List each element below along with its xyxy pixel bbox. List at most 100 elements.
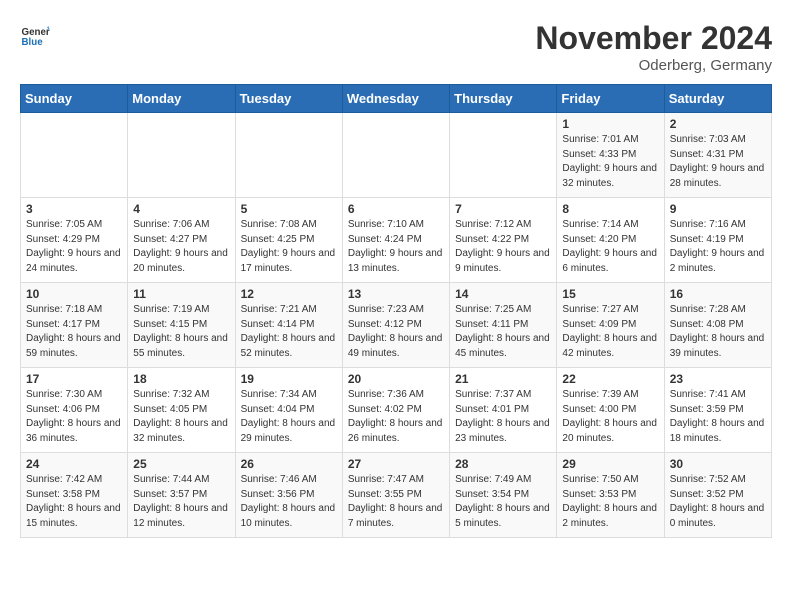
calendar-table: SundayMondayTuesdayWednesdayThursdayFrid… bbox=[20, 84, 772, 538]
day-info: Sunrise: 7:28 AM Sunset: 4:08 PM Dayligh… bbox=[670, 303, 766, 361]
week-row-1: 1 Sunrise: 7:01 AM Sunset: 4:33 PM Daylig… bbox=[21, 113, 772, 198]
day-number: 23 bbox=[670, 372, 766, 386]
day-info: Sunrise: 7:39 AM Sunset: 4:00 PM Dayligh… bbox=[562, 388, 658, 446]
day-info: Sunrise: 7:37 AM Sunset: 4:01 PM Dayligh… bbox=[455, 388, 551, 446]
day-cell: 20 Sunrise: 7:36 AM Sunset: 4:02 PM Dayli… bbox=[342, 368, 449, 453]
day-number: 7 bbox=[455, 202, 551, 216]
day-number: 11 bbox=[133, 287, 229, 301]
day-info: Sunrise: 7:34 AM Sunset: 4:04 PM Dayligh… bbox=[241, 388, 337, 446]
day-cell: 22 Sunrise: 7:39 AM Sunset: 4:00 PM Dayli… bbox=[557, 368, 664, 453]
week-row-5: 24Sunrise: 7:42 AM Sunset: 3:58 PM Dayli… bbox=[21, 453, 772, 538]
day-number: 15 bbox=[562, 287, 658, 301]
day-info: Sunrise: 7:08 AM Sunset: 4:25 PM Dayligh… bbox=[241, 218, 337, 276]
day-cell: 26 Sunrise: 7:46 AM Sunset: 3:56 PM Dayli… bbox=[235, 453, 342, 538]
day-cell: 10Sunrise: 7:18 AM Sunset: 4:17 PM Dayli… bbox=[21, 283, 128, 368]
day-info: Sunrise: 7:03 AM Sunset: 4:31 PM Dayligh… bbox=[670, 133, 766, 191]
day-number: 17 bbox=[26, 372, 122, 386]
day-number: 6 bbox=[348, 202, 444, 216]
day-number: 26 bbox=[241, 457, 337, 471]
day-cell: 17 Sunrise: 7:30 AM Sunset: 4:06 PM Dayli… bbox=[21, 368, 128, 453]
day-cell bbox=[235, 113, 342, 198]
day-cell: 19 Sunrise: 7:34 AM Sunset: 4:04 PM Dayli… bbox=[235, 368, 342, 453]
title-block: November 2024 Oderberg, Germany bbox=[535, 20, 772, 74]
day-number: 4 bbox=[133, 202, 229, 216]
day-cell: 14 Sunrise: 7:25 AM Sunset: 4:11 PM Dayli… bbox=[450, 283, 557, 368]
day-cell: 8 Sunrise: 7:14 AM Sunset: 4:20 PM Daylig… bbox=[557, 198, 664, 283]
day-number: 2 bbox=[670, 117, 766, 131]
day-cell: 23 Sunrise: 7:41 AM Sunset: 3:59 PM Dayli… bbox=[664, 368, 771, 453]
day-info: Sunrise: 7:36 AM Sunset: 4:02 PM Dayligh… bbox=[348, 388, 444, 446]
day-number: 8 bbox=[562, 202, 658, 216]
day-number: 27 bbox=[348, 457, 444, 471]
day-info: Sunrise: 7:05 AM Sunset: 4:29 PM Dayligh… bbox=[26, 218, 122, 276]
day-number: 30 bbox=[670, 457, 766, 471]
day-cell: 16 Sunrise: 7:28 AM Sunset: 4:08 PM Dayli… bbox=[664, 283, 771, 368]
logo: General Blue bbox=[20, 20, 50, 50]
day-cell: 15 Sunrise: 7:27 AM Sunset: 4:09 PM Dayli… bbox=[557, 283, 664, 368]
day-info: Sunrise: 7:12 AM Sunset: 4:22 PM Dayligh… bbox=[455, 218, 551, 276]
day-cell: 2 Sunrise: 7:03 AM Sunset: 4:31 PM Daylig… bbox=[664, 113, 771, 198]
day-number: 24 bbox=[26, 457, 122, 471]
day-info: Sunrise: 7:19 AM Sunset: 4:15 PM Dayligh… bbox=[133, 303, 229, 361]
weekday-header-thursday: Thursday bbox=[450, 85, 557, 113]
day-info: Sunrise: 7:14 AM Sunset: 4:20 PM Dayligh… bbox=[562, 218, 658, 276]
day-cell bbox=[21, 113, 128, 198]
day-number: 20 bbox=[348, 372, 444, 386]
day-info: Sunrise: 7:21 AM Sunset: 4:14 PM Dayligh… bbox=[241, 303, 337, 361]
day-number: 1 bbox=[562, 117, 658, 131]
day-number: 14 bbox=[455, 287, 551, 301]
day-info: Sunrise: 7:41 AM Sunset: 3:59 PM Dayligh… bbox=[670, 388, 766, 446]
day-cell bbox=[450, 113, 557, 198]
day-cell: 12 Sunrise: 7:21 AM Sunset: 4:14 PM Dayli… bbox=[235, 283, 342, 368]
day-cell: 28 Sunrise: 7:49 AM Sunset: 3:54 PM Dayli… bbox=[450, 453, 557, 538]
day-info: Sunrise: 7:46 AM Sunset: 3:56 PM Dayligh… bbox=[241, 473, 337, 531]
day-number: 21 bbox=[455, 372, 551, 386]
day-cell: 4Sunrise: 7:06 AM Sunset: 4:27 PM Daylig… bbox=[128, 198, 235, 283]
day-cell: 1 Sunrise: 7:01 AM Sunset: 4:33 PM Daylig… bbox=[557, 113, 664, 198]
day-cell bbox=[342, 113, 449, 198]
day-info: Sunrise: 7:52 AM Sunset: 3:52 PM Dayligh… bbox=[670, 473, 766, 531]
week-row-4: 17 Sunrise: 7:30 AM Sunset: 4:06 PM Dayli… bbox=[21, 368, 772, 453]
weekday-header-monday: Monday bbox=[128, 85, 235, 113]
day-number: 22 bbox=[562, 372, 658, 386]
logo-icon: General Blue bbox=[20, 20, 50, 50]
day-number: 13 bbox=[348, 287, 444, 301]
page-header: General Blue November 2024 Oderberg, Ger… bbox=[20, 20, 772, 74]
day-cell: 13 Sunrise: 7:23 AM Sunset: 4:12 PM Dayli… bbox=[342, 283, 449, 368]
day-cell: 6Sunrise: 7:10 AM Sunset: 4:24 PM Daylig… bbox=[342, 198, 449, 283]
weekday-header-row: SundayMondayTuesdayWednesdayThursdayFrid… bbox=[21, 85, 772, 113]
day-info: Sunrise: 7:18 AM Sunset: 4:17 PM Dayligh… bbox=[26, 303, 122, 361]
day-cell: 3 Sunrise: 7:05 AM Sunset: 4:29 PM Daylig… bbox=[21, 198, 128, 283]
day-cell: 24Sunrise: 7:42 AM Sunset: 3:58 PM Dayli… bbox=[21, 453, 128, 538]
day-info: Sunrise: 7:44 AM Sunset: 3:57 PM Dayligh… bbox=[133, 473, 229, 531]
weekday-header-friday: Friday bbox=[557, 85, 664, 113]
day-cell: 25 Sunrise: 7:44 AM Sunset: 3:57 PM Dayli… bbox=[128, 453, 235, 538]
day-info: Sunrise: 7:30 AM Sunset: 4:06 PM Dayligh… bbox=[26, 388, 122, 446]
day-number: 9 bbox=[670, 202, 766, 216]
day-number: 12 bbox=[241, 287, 337, 301]
day-info: Sunrise: 7:25 AM Sunset: 4:11 PM Dayligh… bbox=[455, 303, 551, 361]
day-cell: 30 Sunrise: 7:52 AM Sunset: 3:52 PM Dayli… bbox=[664, 453, 771, 538]
day-cell bbox=[128, 113, 235, 198]
day-number: 5 bbox=[241, 202, 337, 216]
weekday-header-saturday: Saturday bbox=[664, 85, 771, 113]
day-cell: 9Sunrise: 7:16 AM Sunset: 4:19 PM Daylig… bbox=[664, 198, 771, 283]
day-cell: 29Sunrise: 7:50 AM Sunset: 3:53 PM Dayli… bbox=[557, 453, 664, 538]
day-number: 28 bbox=[455, 457, 551, 471]
day-info: Sunrise: 7:47 AM Sunset: 3:55 PM Dayligh… bbox=[348, 473, 444, 531]
day-info: Sunrise: 7:27 AM Sunset: 4:09 PM Dayligh… bbox=[562, 303, 658, 361]
day-number: 3 bbox=[26, 202, 122, 216]
day-cell: 18Sunrise: 7:32 AM Sunset: 4:05 PM Dayli… bbox=[128, 368, 235, 453]
day-number: 16 bbox=[670, 287, 766, 301]
day-info: Sunrise: 7:50 AM Sunset: 3:53 PM Dayligh… bbox=[562, 473, 658, 531]
month-title: November 2024 bbox=[535, 20, 772, 57]
day-number: 19 bbox=[241, 372, 337, 386]
weekday-header-sunday: Sunday bbox=[21, 85, 128, 113]
day-info: Sunrise: 7:32 AM Sunset: 4:05 PM Dayligh… bbox=[133, 388, 229, 446]
svg-text:Blue: Blue bbox=[22, 37, 44, 48]
day-cell: 27 Sunrise: 7:47 AM Sunset: 3:55 PM Dayli… bbox=[342, 453, 449, 538]
day-info: Sunrise: 7:01 AM Sunset: 4:33 PM Dayligh… bbox=[562, 133, 658, 191]
day-info: Sunrise: 7:49 AM Sunset: 3:54 PM Dayligh… bbox=[455, 473, 551, 531]
day-number: 25 bbox=[133, 457, 229, 471]
day-info: Sunrise: 7:23 AM Sunset: 4:12 PM Dayligh… bbox=[348, 303, 444, 361]
